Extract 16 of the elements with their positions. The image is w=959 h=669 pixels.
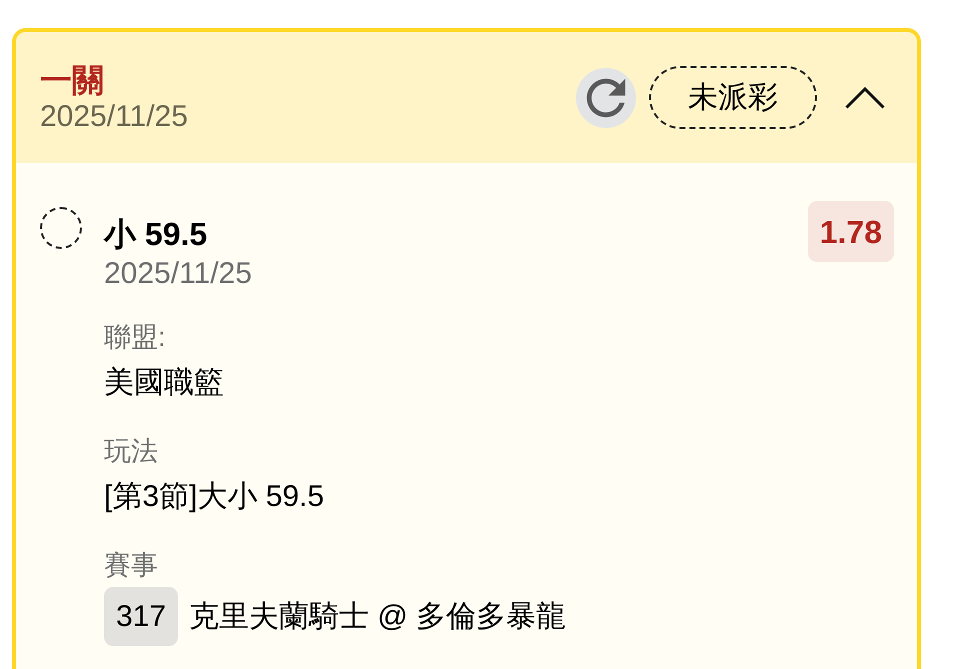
detail-value: 美國職籃 [104,365,224,401]
refresh-icon[interactable] [576,68,636,128]
card-title: 一關 [40,60,105,98]
status-tag: 未派彩 [649,66,817,129]
detail-label: 玩法 [104,435,158,468]
detail-label: 聯盟: [104,321,166,354]
match-number-badge: 317 [104,587,178,646]
bet-selection: 小 59.5 [104,215,208,254]
match-teams: 克里夫蘭騎士 @ 多倫多暴龍 [189,598,566,634]
selection-radio[interactable] [40,207,82,249]
chevron-up-icon[interactable] [845,86,885,108]
detail-value: [第3節]大小 59.5 [104,479,324,515]
bet-date: 2025/11/25 [104,256,252,292]
detail-label: 賽事 [104,549,158,582]
odds-badge: 1.78 [808,201,894,262]
card-date: 2025/11/25 [40,98,188,134]
